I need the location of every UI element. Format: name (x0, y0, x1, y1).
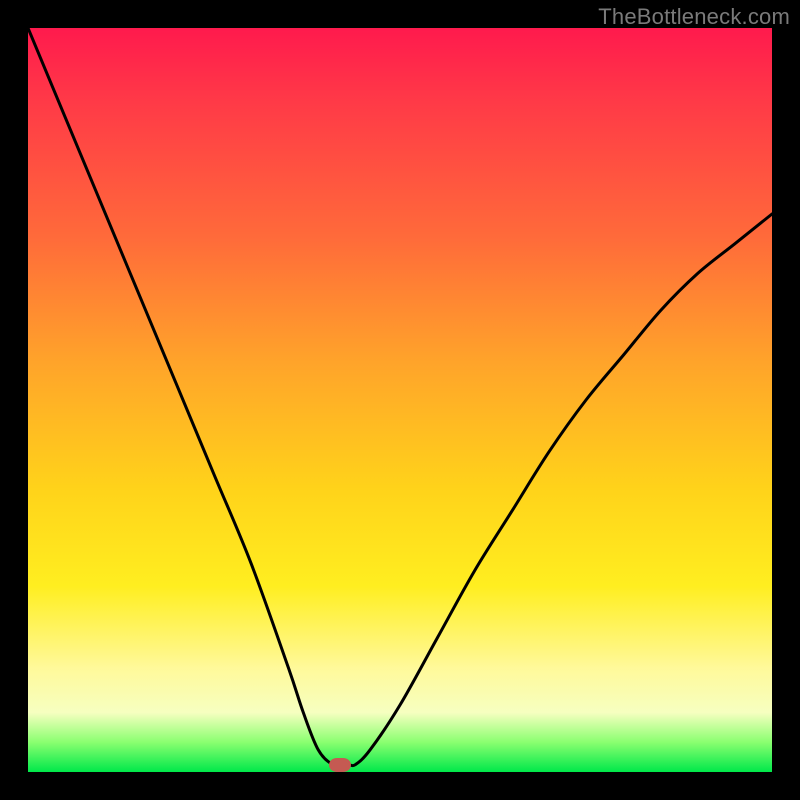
bottleneck-curve (28, 28, 772, 772)
chart-frame: TheBottleneck.com (0, 0, 800, 800)
plot-area (28, 28, 772, 772)
optimal-point-marker (329, 758, 351, 772)
watermark-text: TheBottleneck.com (598, 4, 790, 30)
